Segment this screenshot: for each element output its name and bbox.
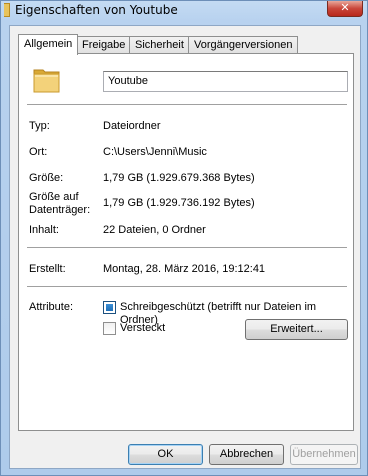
disk-size-value: 1,79 GB (1.929.736.192 Bytes) bbox=[103, 197, 255, 209]
close-button[interactable]: ✕ bbox=[327, 1, 363, 17]
window-title: Eigenschaften von Youtube bbox=[15, 3, 178, 17]
apply-button[interactable]: Übernehmen bbox=[290, 444, 358, 465]
type-value: Dateiordner bbox=[103, 120, 161, 132]
cancel-button[interactable]: Abbrechen bbox=[209, 444, 284, 465]
tab-freigabe[interactable]: Freigabe bbox=[76, 36, 132, 54]
location-value: C:\Users\Jenni\Music bbox=[103, 146, 207, 158]
separator bbox=[27, 104, 347, 105]
type-label: Typ: bbox=[29, 120, 50, 132]
attributes-label: Attribute: bbox=[29, 301, 74, 313]
separator bbox=[27, 247, 347, 248]
hidden-label[interactable]: Versteckt bbox=[120, 322, 165, 335]
ok-button[interactable]: OK bbox=[128, 444, 203, 465]
readonly-checkbox[interactable] bbox=[103, 301, 116, 314]
folder-icon bbox=[4, 3, 10, 17]
tab-allgemein[interactable]: Allgemein bbox=[18, 34, 79, 55]
folder-name-field[interactable]: Youtube bbox=[103, 71, 348, 92]
general-panel: Youtube Typ: Dateiordner Ort: C:\Users\J… bbox=[18, 53, 354, 431]
hidden-checkbox[interactable] bbox=[103, 322, 116, 335]
created-label: Erstellt: bbox=[29, 263, 66, 275]
disk-size-label-line1: Größe auf bbox=[29, 191, 79, 203]
contents-value: 22 Dateien, 0 Ordner bbox=[103, 224, 206, 236]
disk-size-label-line2: Datenträger: bbox=[29, 204, 91, 216]
contents-label: Inhalt: bbox=[29, 224, 59, 236]
size-value: 1,79 GB (1.929.679.368 Bytes) bbox=[103, 172, 255, 184]
folder-icon bbox=[33, 69, 60, 93]
separator bbox=[27, 286, 347, 287]
tab-sicherheit[interactable]: Sicherheit bbox=[129, 36, 190, 54]
properties-window: Eigenschaften von Youtube ✕ Allgemein Fr… bbox=[0, 0, 368, 476]
tab-vorgaengerversionen[interactable]: Vorgängerversionen bbox=[188, 36, 299, 54]
created-value: Montag, 28. März 2016, 19:12:41 bbox=[103, 263, 266, 275]
size-label: Größe: bbox=[29, 172, 64, 184]
location-label: Ort: bbox=[29, 146, 48, 158]
title-bar[interactable]: Eigenschaften von Youtube ✕ bbox=[1, 1, 368, 23]
dialog-client: Allgemein Freigabe Sicherheit Vorgängerv… bbox=[9, 25, 361, 469]
advanced-button[interactable]: Erweitert... bbox=[245, 319, 348, 340]
